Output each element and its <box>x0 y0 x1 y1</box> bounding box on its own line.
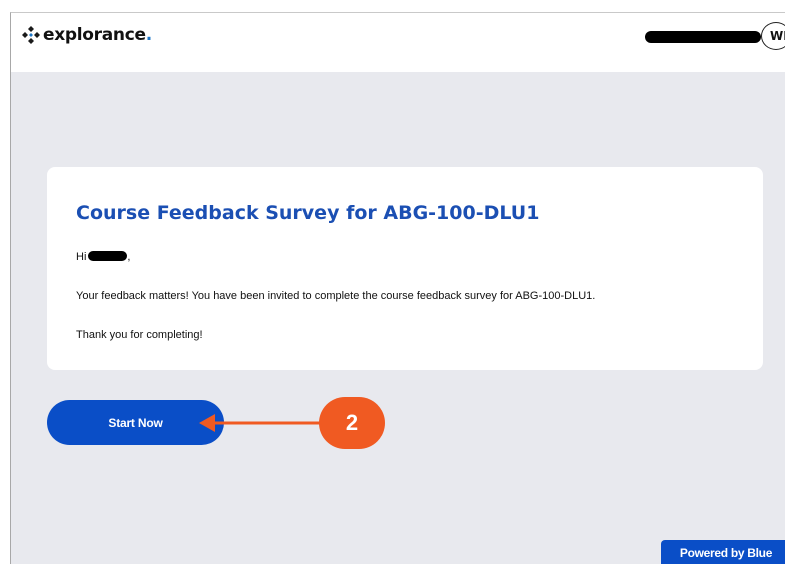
survey-invitation-card: Course Feedback Survey for ABG-100-DLU1 … <box>47 167 763 370</box>
redacted-user-name <box>645 31 761 43</box>
survey-page: explorance. WH Course Feedback Survey fo… <box>10 12 785 564</box>
explorance-diamond-icon <box>22 26 40 44</box>
powered-by-blue-badge[interactable]: Powered by Blue <box>661 540 785 564</box>
top-header: explorance. WH <box>11 13 785 72</box>
greeting-line: Hi, <box>76 251 130 263</box>
explorance-logo[interactable]: explorance. <box>21 23 152 47</box>
logo-dot: . <box>145 25 153 45</box>
greeting-suffix: , <box>127 251 131 263</box>
step-number-badge: 2 <box>319 397 385 449</box>
survey-title: Course Feedback Survey for ABG-100-DLU1 <box>76 202 540 224</box>
greeting-prefix: Hi <box>76 251 87 263</box>
invitation-message: Your feedback matters! You have been inv… <box>76 290 596 302</box>
logo-wordmark: explorance <box>43 25 146 45</box>
thank-you-message: Thank you for completing! <box>76 329 203 341</box>
user-avatar[interactable]: WH <box>761 22 785 50</box>
redacted-recipient-name <box>88 251 128 261</box>
screenshot-frame: explorance. WH Course Feedback Survey fo… <box>0 0 785 564</box>
